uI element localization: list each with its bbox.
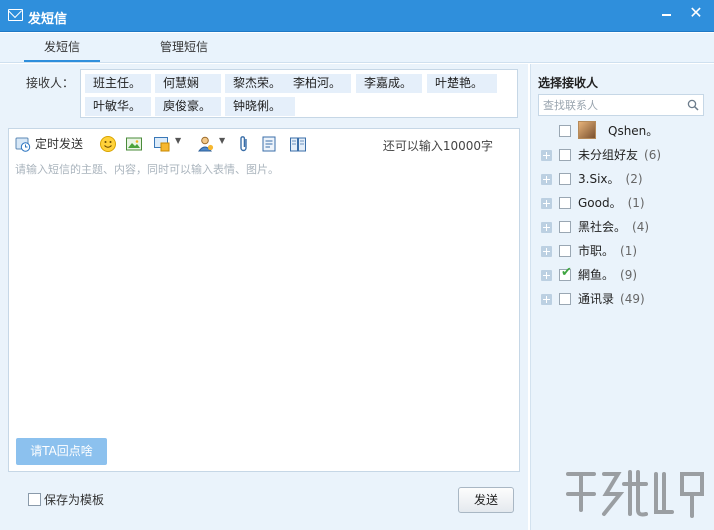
group-checkbox[interactable] <box>559 149 571 161</box>
recipient-chip[interactable]: 李嘉成。 <box>356 74 422 93</box>
char-counter: 还可以输入10000字 <box>382 139 493 153</box>
avatar <box>578 121 596 139</box>
send-button[interactable]: 发送 <box>458 487 514 513</box>
group-checkbox[interactable]: ✔ <box>559 265 572 281</box>
contact-search[interactable] <box>538 94 704 116</box>
group-name: Good。 <box>578 196 622 210</box>
contact-group-row[interactable]: 通讯录 (49) <box>539 290 709 308</box>
expand-icon[interactable] <box>541 270 552 281</box>
group-count: (4) <box>632 220 650 234</box>
expand-icon[interactable] <box>541 174 552 185</box>
compose-area: 接收人： 班主任。 何慧娴 黎杰荣。 李柏河。 李嘉成。 叶楚艳。 叶敏华。 庾… <box>0 64 528 530</box>
search-icon[interactable] <box>687 99 699 111</box>
group-name: 網鱼。 <box>578 268 615 282</box>
group-count: (6) <box>644 148 662 162</box>
expand-icon[interactable] <box>541 222 552 233</box>
recipient-chip[interactable]: 何慧娴 <box>155 74 221 93</box>
save-template-label: 保存为模板 <box>44 493 105 507</box>
group-checkbox[interactable] <box>559 173 571 185</box>
screenshot-icon[interactable] <box>153 135 171 153</box>
group-name: 市职。 <box>578 244 615 258</box>
contact-card-icon[interactable] <box>197 135 215 153</box>
tab-bar: 发短信 管理短信 <box>0 33 714 63</box>
minimize-button[interactable] <box>652 2 680 24</box>
group-name: 通讯录 <box>578 292 615 306</box>
expand-icon[interactable] <box>541 150 552 161</box>
group-checkbox[interactable] <box>559 293 571 305</box>
title-bar: 发短信 ✕ <box>0 0 714 32</box>
close-icon: ✕ <box>689 3 703 22</box>
recipients-label: 接收人： <box>26 76 75 90</box>
group-count: (49) <box>620 292 645 306</box>
image-icon[interactable] <box>125 135 143 153</box>
template-icon[interactable] <box>261 135 277 153</box>
recipient-chip[interactable]: 钟晓俐。 <box>225 97 295 116</box>
recipient-chip[interactable]: 叶楚艳。 <box>427 74 497 93</box>
expand-icon[interactable] <box>541 198 552 209</box>
group-count: (2) <box>625 172 643 186</box>
contact-group-row[interactable]: 黑社会。 (4) <box>539 218 709 236</box>
group-checkbox[interactable] <box>559 197 571 209</box>
envelope-icon <box>8 9 23 21</box>
contact-group-row[interactable]: 未分组好友 (6) <box>539 146 709 164</box>
tab-manage-sms[interactable]: 管理短信 <box>146 33 222 62</box>
compose-toolbar: 定时发送 ▼ ▼ 还可以输入10000字 <box>9 129 519 159</box>
group-checkbox[interactable] <box>559 245 571 257</box>
minimize-icon <box>661 14 671 16</box>
recipient-chip[interactable]: 黎杰荣。 <box>225 74 291 93</box>
recipient-chip[interactable]: 叶敏华。 <box>85 97 151 116</box>
tab-send-sms[interactable]: 发短信 <box>24 33 100 62</box>
book-icon[interactable] <box>289 135 307 153</box>
emoji-icon[interactable] <box>99 135 117 153</box>
recipient-chip[interactable]: 李柏河。 <box>285 74 351 93</box>
contact-row[interactable]: Qshen。 <box>539 121 709 140</box>
message-input[interactable] <box>15 161 511 431</box>
checkbox-icon <box>28 493 41 506</box>
group-name: 未分组好友 <box>578 148 639 162</box>
recipients-box[interactable]: 班主任。 何慧娴 黎杰荣。 李柏河。 李嘉成。 叶楚艳。 叶敏华。 庾俊豪。 钟… <box>80 69 518 118</box>
save-template-checkbox[interactable]: 保存为模板 <box>28 492 104 508</box>
group-count: (1) <box>620 244 638 258</box>
contact-checkbox[interactable] <box>559 125 571 137</box>
screenshot-dropdown-icon[interactable]: ▼ <box>175 136 181 154</box>
contact-group-row[interactable]: 市职。 (1) <box>539 242 709 260</box>
recipient-chip[interactable]: 庾俊豪。 <box>155 97 221 116</box>
contact-name: Qshen。 <box>608 124 659 138</box>
contact-group-row[interactable]: Good。 (1) <box>539 194 709 212</box>
contact-search-input[interactable] <box>543 97 683 114</box>
contact-panel-title: 选择接收人 <box>538 76 599 90</box>
group-checkbox[interactable] <box>559 221 571 233</box>
group-count: (9) <box>620 268 638 282</box>
group-name: 3.Six。 <box>578 172 620 186</box>
contact-group-row[interactable]: ✔ 網鱼。 (9) <box>539 266 709 284</box>
group-name: 黑社会。 <box>578 220 627 234</box>
attachment-icon[interactable] <box>237 135 251 153</box>
reply-request-button[interactable]: 请TA回点啥 <box>16 438 107 465</box>
window-title: 发短信 <box>28 12 68 27</box>
schedule-send-button[interactable]: 定时发送 <box>15 135 87 153</box>
clock-icon <box>15 137 31 152</box>
checkmark-icon: ✔ <box>561 265 572 280</box>
recipient-chip[interactable]: 班主任。 <box>85 74 151 93</box>
expand-icon[interactable] <box>541 246 552 257</box>
close-button[interactable]: ✕ <box>682 2 710 24</box>
contact-card-dropdown-icon[interactable]: ▼ <box>219 136 225 154</box>
expand-icon[interactable] <box>541 294 552 305</box>
compose-box: 定时发送 ▼ ▼ 还可以输入10000字 请输入短信的主题、内容，同时可以输入表… <box>8 128 520 472</box>
group-count: (1) <box>627 196 645 210</box>
schedule-send-label: 定时发送 <box>35 137 84 151</box>
contact-selector-panel: 选择接收人 Qshen。 未分组好友 (6) 3.Six。 (2) Good。 (1)… <box>530 64 714 530</box>
contact-group-row[interactable]: 3.Six。 (2) <box>539 170 709 188</box>
